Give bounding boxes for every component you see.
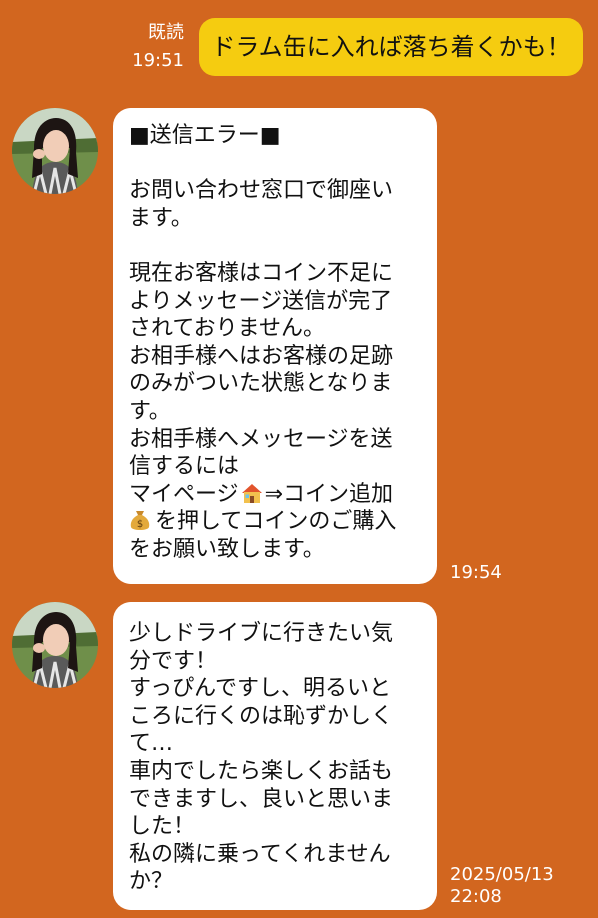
mypage-text: マイページ [129,481,239,507]
message-date: 2025/05/13 [450,864,554,885]
user-avatar[interactable] [12,108,98,194]
message-line [129,232,421,260]
message-timestamp: 2025/05/13 22:08 [450,864,554,908]
message-line: 信するには [129,454,240,480]
message-line: す。 [129,398,171,424]
message-line: 車内でしたら楽しくお話も [129,758,394,784]
message-line: した！ [129,814,196,840]
message-line: よりメッセージ送信が完了 [129,288,393,314]
message-line: 私の隣に乗ってくれません [129,841,391,867]
coin-purchase-text: を押してコインのご購入 [155,509,397,535]
message-line: ます。 [129,205,193,231]
house-icon [241,483,262,503]
message-time: 22:08 [450,886,502,907]
message-line-mypage: マイページ ⇒コイン追加 [129,481,421,509]
message-line: お問い合わせ窓口で御座い [129,178,394,204]
sent-message-bubble[interactable]: ドラム缶に入れば落ち着くかも！ [199,18,583,76]
message-line: 分です！ [129,648,218,674]
money-bag-icon: $ [130,511,150,531]
user-avatar[interactable] [12,602,98,688]
message-line: 少しドライブに行きたい気 [129,621,394,646]
read-receipt: 既読 [148,22,184,43]
sent-message-text: ドラム缶に入れば落ち着くかも！ [211,33,571,61]
message-line: ころに行くのは恥ずかしく [129,703,394,729]
message-line: をお願い致します。 [129,536,325,562]
svg-text:$: $ [137,519,143,530]
message-time: 19:54 [450,562,502,583]
received-message-bubble[interactable]: 少しドライブに行きたい気 分です！ すっぴんですし、明るいと ころに行くのは恥ず… [113,602,437,910]
message-line: されておりません。 [129,316,326,342]
message-line-coin: $ を押してコインのご購入 [129,508,421,536]
sent-time: 19:51 [132,50,184,71]
message-line: すっぴんですし、明るいと [129,676,392,702]
message-line: できますし、良いと思いま [129,786,394,812]
message-line: のみがついた状態となりま [129,371,393,397]
message-line: ■送信エラー■ [129,123,281,148]
message-line: お相手様へメッセージを送 [129,426,393,452]
sent-meta: 既読 19:51 [120,22,184,72]
coin-add-text: ⇒コイン追加 [264,481,393,507]
user-avatar-icon [12,602,98,688]
message-line [129,150,421,178]
message-line: て… [129,731,174,757]
user-avatar-icon [12,108,98,194]
message-line: 現在お客様はコイン不足に [129,260,394,286]
message-line: か？ [129,869,174,895]
received-message-bubble[interactable]: ■送信エラー■ お問い合わせ窓口で御座い ます。 現在お客様はコイン不足に より… [113,108,437,584]
message-line: お相手様へはお客様の足跡 [129,343,394,369]
